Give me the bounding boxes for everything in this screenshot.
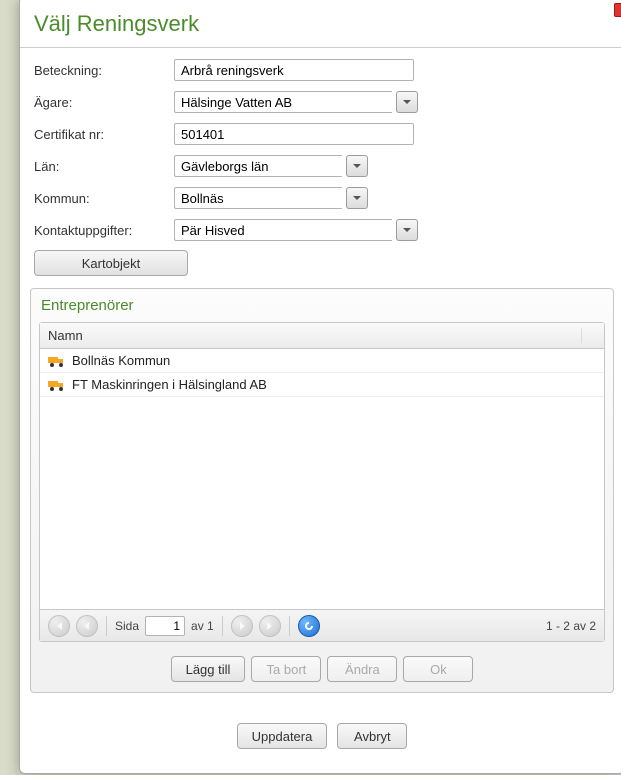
dialog-title: Välj Reningsverk xyxy=(20,0,621,48)
update-button[interactable]: Uppdatera xyxy=(237,723,328,749)
chevron-down-icon xyxy=(352,193,362,203)
edit-button[interactable]: Ändra xyxy=(327,656,397,682)
table-row[interactable]: FT Maskinringen i Hälsingland AB xyxy=(40,373,604,397)
prev-page-icon xyxy=(82,621,92,631)
kartobjekt-button[interactable]: Kartobjekt xyxy=(34,250,188,276)
truck-icon xyxy=(48,379,66,391)
pager-count-label: 1 - 2 av 2 xyxy=(546,619,596,633)
row-name: Bollnäs Kommun xyxy=(72,353,170,368)
pager-first-button[interactable] xyxy=(48,615,70,637)
pager-av-label: av 1 xyxy=(191,619,214,633)
separator xyxy=(106,616,107,636)
form-area: Beteckning: Ägare: Certifikat nr: Län: xyxy=(20,48,621,286)
pager-last-button[interactable] xyxy=(259,615,281,637)
row-name: FT Maskinringen i Hälsingland AB xyxy=(72,377,267,392)
separator xyxy=(222,616,223,636)
dropdown-agare[interactable] xyxy=(396,91,418,113)
dropdown-kommun[interactable] xyxy=(346,187,368,209)
label-certifikat: Certifikat nr: xyxy=(34,127,174,142)
pager-prev-button[interactable] xyxy=(76,615,98,637)
separator xyxy=(289,616,290,636)
input-certifikat[interactable] xyxy=(174,123,414,145)
grid-body[interactable]: Bollnäs Kommun FT Maskinringen i Hälsing… xyxy=(40,349,604,609)
close-button[interactable] xyxy=(614,3,621,17)
refresh-icon xyxy=(304,621,314,631)
panel-title: Entreprenörer xyxy=(39,295,605,322)
dropdown-kontakt[interactable] xyxy=(396,219,418,241)
pager-sida-label: Sida xyxy=(115,619,139,633)
pager-next-button[interactable] xyxy=(231,615,253,637)
panel-actions: Lägg till Ta bort Ändra Ok xyxy=(39,656,605,682)
dialog: Välj Reningsverk Beteckning: Ägare: Cert… xyxy=(19,0,621,774)
input-beteckning[interactable] xyxy=(174,59,414,81)
label-kommun: Kommun: xyxy=(34,191,174,206)
first-page-icon xyxy=(54,621,64,631)
label-beteckning: Beteckning: xyxy=(34,63,174,78)
truck-icon xyxy=(48,355,66,367)
remove-button[interactable]: Ta bort xyxy=(251,656,321,682)
cancel-button[interactable]: Avbryt xyxy=(337,723,407,749)
label-kontakt: Kontaktuppgifter: xyxy=(34,223,174,238)
entreprenorer-grid: Namn Bollnäs Kommun FT Maskinringen i Hä… xyxy=(39,322,605,642)
grid-header: Namn xyxy=(40,323,604,349)
next-page-icon xyxy=(237,621,247,631)
dialog-actions: Uppdatera Avbryt xyxy=(20,701,621,773)
input-lan[interactable] xyxy=(174,155,342,177)
label-agare: Ägare: xyxy=(34,95,174,110)
pager: Sida av 1 1 - 2 av 2 xyxy=(40,609,604,641)
column-header-namn[interactable]: Namn xyxy=(40,328,582,343)
pager-page-input[interactable] xyxy=(145,616,185,636)
input-agare[interactable] xyxy=(174,91,392,113)
chevron-down-icon xyxy=(352,161,362,171)
input-kontakt[interactable] xyxy=(174,219,392,241)
label-lan: Län: xyxy=(34,159,174,174)
last-page-icon xyxy=(265,621,275,631)
chevron-down-icon xyxy=(402,225,412,235)
table-row[interactable]: Bollnäs Kommun xyxy=(40,349,604,373)
dropdown-lan[interactable] xyxy=(346,155,368,177)
add-button[interactable]: Lägg till xyxy=(171,656,246,682)
ok-button[interactable]: Ok xyxy=(403,656,473,682)
entreprenorer-panel: Entreprenörer Namn Bollnäs Kommun FT Ma xyxy=(30,288,614,693)
input-kommun[interactable] xyxy=(174,187,342,209)
chevron-down-icon xyxy=(402,97,412,107)
pager-refresh-button[interactable] xyxy=(298,615,320,637)
